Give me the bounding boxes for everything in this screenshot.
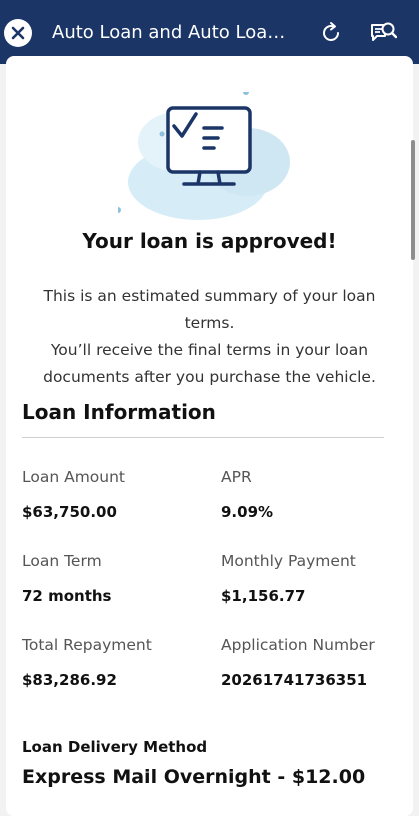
apr-value: 9.09% xyxy=(221,503,274,521)
application-number-value: 20261741736351 xyxy=(221,671,368,689)
apr-label: APR xyxy=(221,468,252,486)
section-divider xyxy=(22,437,384,438)
chat-search-icon xyxy=(371,22,397,41)
summary-line: This is an estimated summary of your loa… xyxy=(43,287,376,332)
loan-term-label: Loan Term xyxy=(22,552,102,570)
loan-amount-value: $63,750.00 xyxy=(22,503,117,521)
loan-information-title: Loan Information xyxy=(22,400,216,424)
approved-computer-icon xyxy=(118,92,290,220)
close-button[interactable] xyxy=(4,19,32,47)
approval-heading: Your loan is approved! xyxy=(82,229,337,253)
summary-line: documents after you purchase the vehicle… xyxy=(43,368,376,386)
refresh-icon xyxy=(323,22,339,41)
monthly-payment-value: $1,156.77 xyxy=(221,587,306,605)
refresh-button[interactable] xyxy=(316,18,346,48)
loan-term-value: 72 months xyxy=(22,587,112,605)
approval-summary: This is an estimated summary of your loa… xyxy=(26,283,393,391)
scrollbar[interactable] xyxy=(411,140,415,260)
application-number-label: Application Number xyxy=(221,636,375,654)
total-repayment-value: $83,286.92 xyxy=(22,671,117,689)
monthly-payment-label: Monthly Payment xyxy=(221,552,356,570)
app-header: Auto Loan and Auto Loan... xyxy=(0,0,419,64)
delivery-method-value: Express Mail Overnight - $12.00 xyxy=(22,766,366,788)
summary-line: You’ll receive the final terms in your l… xyxy=(50,341,369,359)
loan-summary-card: Your loan is approved! This is an estima… xyxy=(6,56,413,816)
delivery-method-label: Loan Delivery Method xyxy=(22,738,208,756)
chat-search-button[interactable] xyxy=(368,18,398,48)
page-title: Auto Loan and Auto Loan... xyxy=(52,22,292,43)
total-repayment-label: Total Repayment xyxy=(22,636,152,654)
loan-amount-label: Loan Amount xyxy=(22,468,126,486)
close-icon xyxy=(11,26,25,40)
